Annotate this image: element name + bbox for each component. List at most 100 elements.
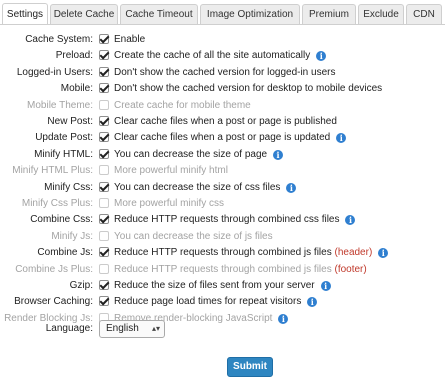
- setting-description: Enable: [114, 33, 145, 47]
- tab-exclude[interactable]: Exclude: [358, 4, 404, 24]
- setting-checkbox[interactable]: [99, 230, 109, 241]
- setting-checkbox[interactable]: [99, 214, 109, 225]
- setting-description: Don't show the cached version for deskto…: [114, 82, 382, 96]
- setting-description: You can decrease the size of js files: [114, 230, 273, 244]
- setting-label: Minify Css Plus:: [21, 198, 93, 209]
- setting-label: Minify Js:: [51, 230, 93, 242]
- setting-description: You can decrease the size of page i: [114, 148, 284, 162]
- setting-row: Minify HTML: You can decrease the size of…: [0, 148, 445, 162]
- setting-description: Create cache for mobile theme: [114, 99, 251, 113]
- setting-description: You can decrease the size of css files i: [114, 181, 297, 195]
- setting-row: Minify Js: You can decrease the size of j…: [0, 230, 445, 244]
- info-icon[interactable]: i: [345, 215, 356, 226]
- setting-tag: (header): [334, 247, 373, 259]
- info-icon[interactable]: i: [320, 281, 331, 291]
- language-select-value: English: [106, 323, 139, 334]
- setting-row: Combine Css: Reduce HTTP requests through…: [0, 213, 445, 227]
- setting-label: Logged-in Users:: [16, 66, 93, 78]
- tab-cdn[interactable]: CDN: [406, 4, 442, 24]
- setting-row: Minify Css: You can decrease the size of …: [0, 181, 445, 195]
- setting-row: Browser Caching: Reduce page load times f…: [0, 295, 445, 309]
- setting-description-text: You can decrease the size of css files: [114, 181, 281, 193]
- setting-checkbox[interactable]: [99, 83, 109, 94]
- setting-label: Cache System:: [25, 34, 93, 45]
- submit-button[interactable]: Submit: [227, 357, 273, 377]
- setting-description: Clear cache files when a post or page is…: [114, 131, 347, 145]
- setting-row: Cache System: Enable: [0, 33, 445, 47]
- setting-label: Minify HTML:: [34, 148, 93, 160]
- setting-label: Combine Js Plus:: [15, 263, 93, 275]
- setting-checkbox[interactable]: [99, 198, 109, 208]
- setting-checkbox[interactable]: [99, 280, 109, 290]
- setting-description: Reduce HTTP requests through combined js…: [114, 246, 389, 260]
- setting-description-text: Don't show the cached version for deskto…: [114, 83, 383, 95]
- info-icon[interactable]: i: [378, 248, 389, 259]
- setting-row: Gzip: Reduce the size of files sent from …: [0, 279, 445, 293]
- setting-row: Minify Css Plus: More powerful minify css: [0, 197, 445, 211]
- info-icon[interactable]: i: [336, 133, 347, 144]
- setting-description: More powerful minify html: [114, 164, 228, 178]
- setting-checkbox[interactable]: [99, 132, 109, 143]
- setting-description-text: You can decrease the size of page: [114, 148, 268, 160]
- setting-description: Don't show the cached version for logged…: [114, 66, 335, 80]
- info-icon[interactable]: i: [316, 51, 327, 62]
- setting-description-text: Reduce HTTP requests through combined js…: [114, 263, 332, 275]
- setting-description-text: Reduce HTTP requests through combined js…: [114, 247, 332, 259]
- setting-checkbox[interactable]: [99, 263, 109, 274]
- setting-label: Gzip:: [69, 280, 93, 291]
- setting-label: Preload:: [55, 50, 93, 62]
- language-label: Language:: [45, 323, 93, 334]
- tab-settings[interactable]: Settings: [2, 3, 48, 25]
- setting-checkbox[interactable]: [99, 34, 109, 44]
- setting-description-text: More powerful minify css: [114, 198, 225, 209]
- setting-row: Mobile: Don't show the cached version for…: [0, 82, 445, 96]
- setting-tag: (footer): [334, 263, 367, 275]
- setting-description: Reduce HTTP requests through combined js…: [114, 263, 367, 277]
- setting-description: More powerful minify css: [114, 197, 224, 211]
- setting-checkbox[interactable]: [99, 247, 109, 258]
- setting-checkbox[interactable]: [99, 66, 109, 77]
- info-icon[interactable]: i: [286, 182, 297, 193]
- tab-cache-timeout[interactable]: Cache Timeout: [120, 4, 198, 24]
- setting-row: Mobile Theme: Create cache for mobile the…: [0, 99, 445, 113]
- setting-description: Reduce the size of files sent from your …: [114, 279, 331, 293]
- info-icon[interactable]: i: [307, 297, 318, 308]
- info-icon[interactable]: i: [273, 149, 284, 160]
- tab-bar: Settings Delete Cache Cache Timeout Imag…: [0, 0, 445, 25]
- setting-label: Minify HTML Plus:: [12, 165, 93, 177]
- setting-description-text: Clear cache files when a post or page is…: [114, 116, 337, 127]
- setting-label: Mobile Theme:: [27, 99, 93, 111]
- setting-checkbox[interactable]: [99, 50, 109, 61]
- language-select[interactable]: English ▴▾: [99, 320, 165, 338]
- setting-description-text: Reduce HTTP requests through combined cs…: [114, 214, 340, 226]
- setting-label: Minify Css:: [44, 181, 93, 193]
- setting-description: Create the cache of all the site automat…: [114, 49, 327, 63]
- setting-description-text: Reduce the size of files sent from your …: [114, 280, 315, 291]
- tab-image-optimization[interactable]: Image Optimization: [200, 4, 300, 24]
- setting-checkbox[interactable]: [99, 99, 109, 110]
- tab-premium[interactable]: Premium: [302, 4, 356, 24]
- setting-row: Combine Js Plus: Reduce HTTP requests thr…: [0, 263, 445, 277]
- setting-description-text: Enable: [114, 34, 146, 45]
- setting-label: Browser Caching:: [14, 296, 93, 308]
- setting-description-text: Create cache for mobile theme: [114, 99, 251, 111]
- setting-description-text: Create the cache of all the site automat…: [114, 50, 311, 62]
- setting-description-text: More powerful minify html: [114, 165, 228, 177]
- setting-checkbox[interactable]: [99, 116, 109, 126]
- setting-label: Combine Js:: [37, 247, 93, 259]
- setting-row: Minify HTML Plus: More powerful minify ht…: [0, 164, 445, 178]
- tab-delete-cache[interactable]: Delete Cache: [50, 4, 118, 24]
- tab-divider: [0, 24, 445, 25]
- select-arrows-icon: ▴▾: [151, 324, 160, 333]
- language-row: Language:: [0, 322, 445, 336]
- setting-description: Reduce HTTP requests through combined cs…: [114, 213, 356, 227]
- setting-checkbox[interactable]: [99, 296, 109, 307]
- setting-row: New Post: Clear cache files when a post o…: [0, 115, 445, 129]
- setting-row: Update Post: Clear cache files when a pos…: [0, 131, 445, 145]
- setting-checkbox[interactable]: [99, 148, 109, 159]
- setting-checkbox[interactable]: [99, 181, 109, 192]
- setting-checkbox[interactable]: [99, 165, 109, 176]
- setting-label: Mobile:: [60, 83, 93, 95]
- setting-row: Preload: Create the cache of all the site…: [0, 49, 445, 63]
- setting-label: Update Post:: [35, 132, 93, 144]
